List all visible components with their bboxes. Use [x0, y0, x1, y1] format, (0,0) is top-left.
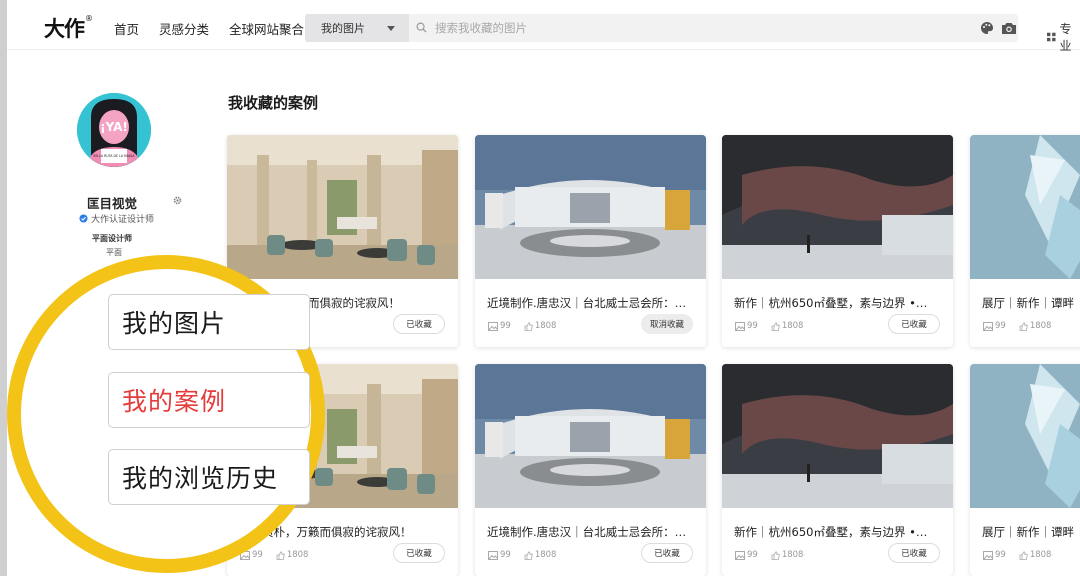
case-image[interactable]	[475, 135, 706, 279]
menu-browsing-history[interactable]: 我的浏览历史	[108, 449, 310, 505]
case-meta: 99 1808	[983, 321, 1051, 331]
like-icon	[276, 550, 285, 560]
favorited-button[interactable]: 已收藏	[888, 543, 940, 563]
case-image[interactable]	[970, 135, 1080, 279]
like-count: 1808	[1029, 321, 1052, 331]
image-count-icon	[735, 321, 745, 331]
image-count: 99	[747, 550, 758, 560]
pro-menu[interactable]: 专业	[1047, 20, 1080, 54]
main-nav: 首页 灵感分类 全球网站聚合	[114, 19, 304, 38]
search-scope-label: 我的图片	[321, 22, 365, 35]
app-frame: 大作 ® 首页 灵感分类 全球网站聚合 我的图片 搜索我收藏的图片 专业 ¡YA…	[7, 0, 1080, 576]
menu-my-images-label: 我的图片	[122, 309, 227, 338]
menu-my-cases[interactable]: 我的案例	[108, 372, 310, 428]
logo-text: 大作	[44, 17, 85, 41]
nav-global-sites[interactable]: 全球网站聚合	[229, 19, 304, 38]
case-image[interactable]	[475, 364, 706, 508]
like-icon	[771, 321, 780, 331]
unfavorite-button[interactable]: 取消收藏	[641, 314, 693, 334]
avatar[interactable]: ¡YA! EN LA RUTA DE LA MAGIA	[77, 93, 151, 167]
case-title[interactable]: 新作｜杭州650㎡叠墅，素与边界 •…	[734, 295, 939, 311]
profile-role: 平面设计师	[92, 234, 132, 243]
like-icon	[771, 550, 780, 560]
avatar-caption: EN LA RUTA DE LA MAGIA	[94, 154, 136, 158]
case-title[interactable]: 展厅｜新作｜谭畔	[982, 295, 1080, 311]
avatar-illustration: ¡YA! EN LA RUTA DE LA MAGIA	[77, 93, 151, 167]
like-count: 1808	[781, 550, 804, 560]
gear-icon[interactable]	[173, 196, 182, 205]
image-count: 99	[747, 321, 758, 331]
case-card[interactable]: 新作｜杭州650㎡叠墅，素与边界 •… 99 1808 已收藏	[722, 135, 953, 347]
case-title[interactable]: 展厅｜新作｜谭畔	[982, 524, 1080, 540]
grid-icon	[1047, 32, 1056, 42]
image-count: 99	[995, 550, 1006, 560]
image-count-icon	[983, 321, 993, 331]
username: 匡目视觉	[87, 196, 138, 211]
case-image[interactable]	[722, 135, 953, 279]
like-count: 1808	[286, 550, 309, 560]
case-meta: 99 1808	[488, 550, 556, 560]
logo-mark: ®	[85, 14, 93, 23]
like-icon	[524, 321, 533, 331]
case-meta: 99 1808	[488, 321, 556, 331]
favorited-button[interactable]: 已收藏	[888, 314, 940, 334]
search-scope-select[interactable]: 我的图片	[305, 14, 409, 42]
case-title[interactable]: 近境制作.唐忠汉｜台北威士忌会所：…	[487, 295, 692, 311]
case-image[interactable]	[722, 364, 953, 508]
image-count-icon	[488, 321, 498, 331]
pro-label: 专业	[1059, 22, 1072, 53]
case-card[interactable]: 新作｜杭州650㎡叠墅，素与边界 •… 99 1808 已收藏	[722, 364, 953, 576]
certification: 大作认证设计师	[79, 212, 154, 225]
image-count: 99	[252, 550, 263, 560]
case-meta: 99 1808	[735, 550, 803, 560]
image-count-icon	[488, 550, 498, 560]
like-count: 1808	[781, 321, 804, 331]
nav-home[interactable]: 首页	[114, 19, 139, 38]
case-meta: 99 1808	[735, 321, 803, 331]
nav-inspiration[interactable]: 灵感分类	[159, 19, 209, 38]
case-card[interactable]: 展厅｜新作｜谭畔 99 1808	[970, 364, 1080, 576]
search-bar: 我的图片	[305, 14, 1018, 42]
case-image[interactable]	[970, 364, 1080, 508]
favorited-button[interactable]: 已收藏	[393, 314, 445, 334]
profile-role-sub: 平面	[106, 248, 122, 257]
search-icon[interactable]	[416, 22, 427, 33]
favorited-button[interactable]: 已收藏	[393, 543, 445, 563]
like-count: 1808	[534, 550, 557, 560]
case-meta: 99 1808	[240, 550, 308, 560]
logo[interactable]: 大作 ®	[44, 13, 93, 41]
case-card[interactable]: 近境制作.唐忠汉｜台北威士忌会所：… 99 1808 取消收藏	[475, 135, 706, 347]
image-count: 99	[500, 550, 511, 560]
page-title: 我收藏的案例	[228, 94, 319, 112]
menu-my-cases-label: 我的案例	[122, 387, 227, 416]
menu-my-images[interactable]: 我的图片	[108, 294, 310, 350]
image-count: 99	[500, 321, 511, 331]
image-count: 99	[995, 321, 1006, 331]
case-title[interactable]: 近境制作.唐忠汉｜台北威士忌会所：…	[487, 524, 692, 540]
case-image[interactable]	[227, 135, 458, 279]
certification-label: 大作认证设计师	[91, 215, 155, 225]
case-meta: 99 1808	[983, 550, 1051, 560]
palette-icon[interactable]	[980, 21, 994, 35]
like-icon	[1019, 321, 1028, 331]
camera-icon[interactable]	[1001, 21, 1017, 35]
search-input[interactable]	[435, 14, 955, 42]
menu-browsing-history-label: 我的浏览历史	[122, 464, 279, 493]
verified-icon	[79, 214, 88, 223]
case-card[interactable]: 展厅｜新作｜谭畔 99 1808	[970, 135, 1080, 347]
chevron-down-icon	[387, 26, 395, 31]
like-icon	[1019, 550, 1028, 560]
image-count-icon	[983, 550, 993, 560]
like-icon	[524, 550, 533, 560]
favorited-button[interactable]: 已收藏	[641, 543, 693, 563]
image-count-icon	[735, 550, 745, 560]
like-count: 1808	[1029, 550, 1052, 560]
avatar-text: ¡YA!	[100, 120, 128, 134]
like-count: 1808	[534, 321, 557, 331]
top-bar: 大作 ® 首页 灵感分类 全球网站聚合 我的图片 搜索我收藏的图片 专业	[7, 0, 1080, 53]
case-title[interactable]: 新作｜杭州650㎡叠墅，素与边界 •…	[734, 524, 939, 540]
case-card[interactable]: 近境制作.唐忠汉｜台北威士忌会所：… 99 1808 已收藏	[475, 364, 706, 576]
